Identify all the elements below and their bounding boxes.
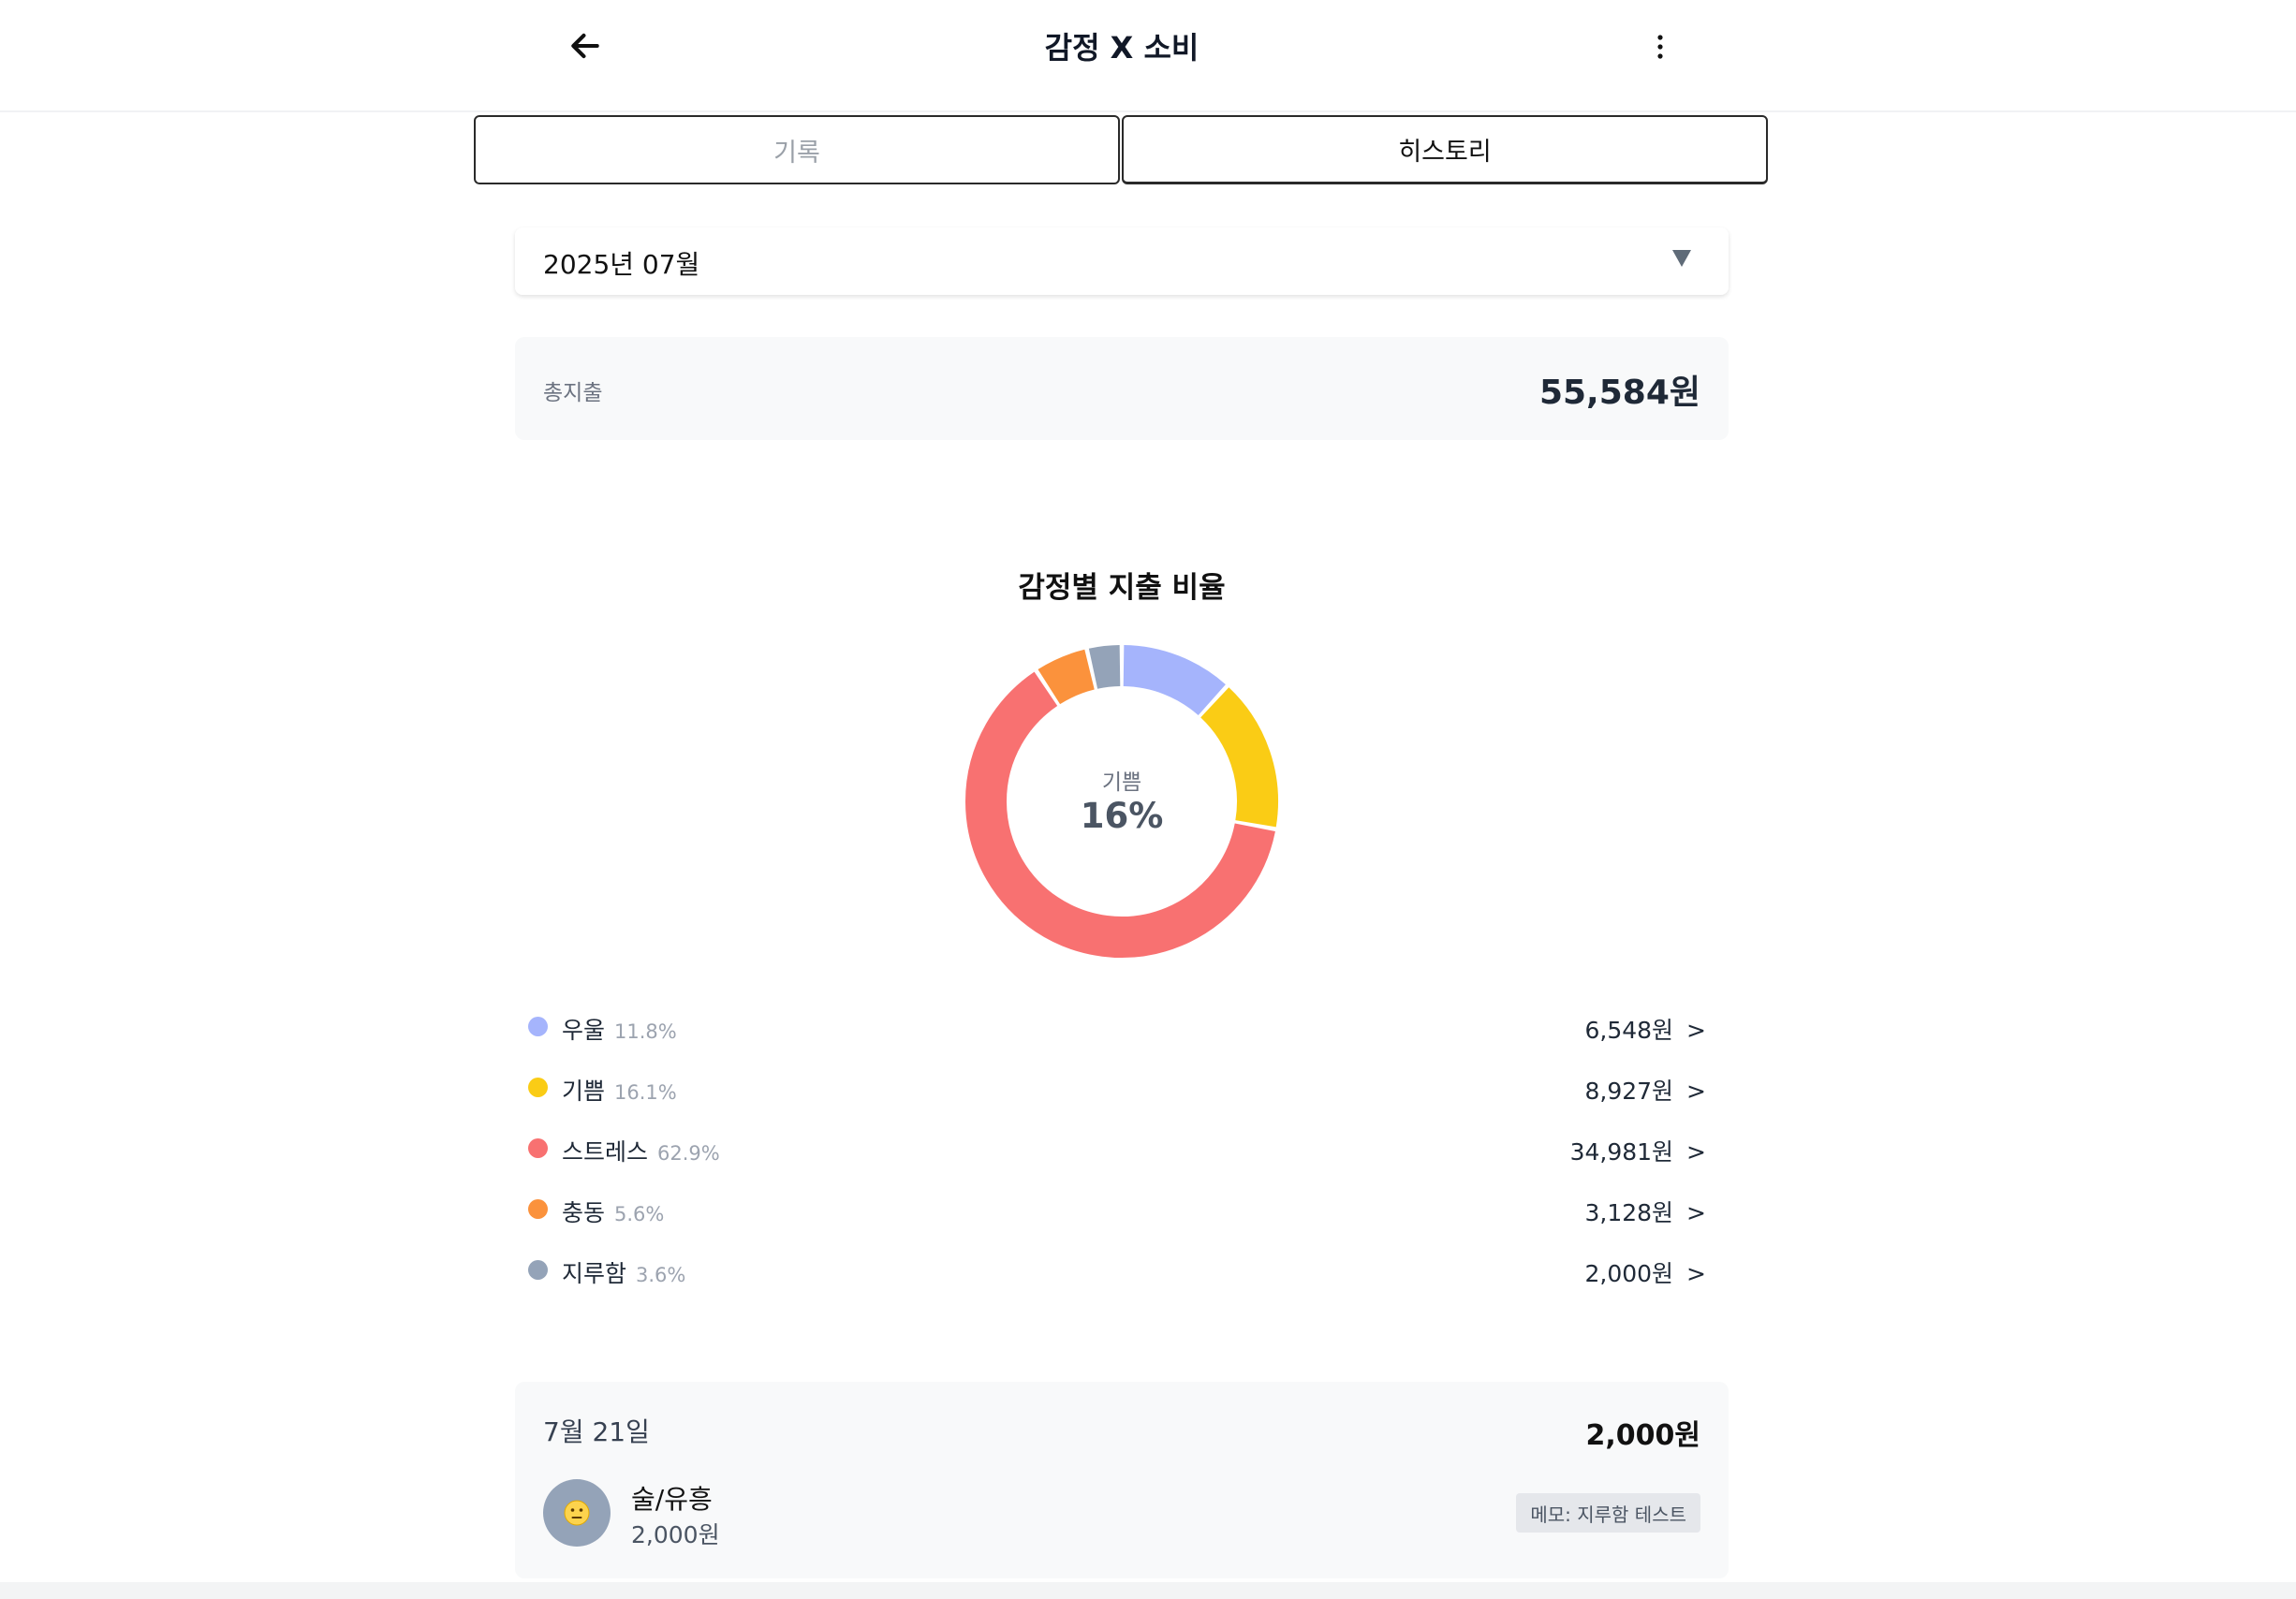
- chevron-right-icon: >: [1686, 1017, 1706, 1044]
- total-spending-label: 총지출: [543, 381, 603, 405]
- day-entry-card: 7월 21일 2,000원 술/유흥 2,000원 메모: 지루함 테스트: [515, 1382, 1729, 1578]
- month-select[interactable]: 2025년 07월: [515, 227, 1729, 295]
- legend-amount: 34,981원 >: [1570, 1134, 1706, 1167]
- legend-color-dot: [528, 1078, 548, 1097]
- legend-amount: 2,000원 >: [1584, 1255, 1706, 1289]
- legend-category-label: 충동: [562, 1199, 606, 1226]
- donut-slice-4[interactable]: [1088, 645, 1121, 689]
- legend-category-label: 스트레스: [562, 1138, 649, 1166]
- legend-amount: 8,927원 >: [1584, 1073, 1706, 1107]
- page-title: 감정 X 소비: [1044, 30, 1200, 66]
- chevron-right-icon: >: [1686, 1078, 1706, 1105]
- app-header: 감정 X 소비: [0, 0, 2296, 112]
- legend-amount-value: 34,981원: [1569, 1138, 1674, 1166]
- legend-percent: 11.8%: [614, 1020, 677, 1043]
- total-spending-card: 총지출 55,584원: [515, 337, 1729, 440]
- neutral-face-icon: [564, 1500, 590, 1526]
- more-vertical-icon: [1657, 35, 1663, 59]
- legend-item[interactable]: 기쁨 16.1% 8,927원 >: [524, 1064, 1719, 1111]
- memo-badge: 메모: 지루함 테스트: [1516, 1493, 1700, 1533]
- legend-category: 기쁨 16.1%: [562, 1073, 677, 1107]
- legend-percent: 3.6%: [636, 1264, 686, 1286]
- tab-record[interactable]: 기록: [474, 115, 1120, 184]
- entry-date: 7월 21일: [543, 1416, 650, 1447]
- legend-amount-value: 2,000원: [1584, 1260, 1674, 1287]
- legend-amount-value: 3,128원: [1584, 1199, 1674, 1226]
- bottom-edge: [0, 1582, 2296, 1599]
- emotion-avatar: [543, 1479, 611, 1547]
- item-amount: 2,000원: [631, 1521, 720, 1548]
- chevron-right-icon: >: [1686, 1138, 1706, 1166]
- legend-category: 지루함 3.6%: [562, 1255, 685, 1289]
- legend-percent: 5.6%: [614, 1203, 665, 1225]
- spending-item[interactable]: 술/유흥 2,000원 메모: 지루함 테스트: [543, 1477, 1700, 1548]
- legend-category: 스트레스 62.9%: [562, 1134, 720, 1167]
- legend-item[interactable]: 지루함 3.6% 2,000원 >: [524, 1247, 1719, 1294]
- legend-category-label: 우울: [562, 1017, 606, 1044]
- item-category: 술/유흥: [631, 1484, 713, 1515]
- legend-category-label: 기쁨: [562, 1078, 606, 1105]
- donut-slice-0[interactable]: [1123, 645, 1226, 716]
- legend-color-dot: [528, 1199, 548, 1219]
- legend-item[interactable]: 우울 11.8% 6,548원 >: [524, 1004, 1719, 1050]
- chevron-right-icon: >: [1686, 1199, 1706, 1226]
- legend-color-dot: [528, 1260, 548, 1280]
- chart-title: 감정별 지출 비율: [1018, 571, 1226, 605]
- month-select-value: 2025년 07월: [543, 249, 700, 280]
- legend-amount-value: 6,548원: [1584, 1017, 1674, 1044]
- tab-history[interactable]: 히스토리: [1122, 115, 1768, 184]
- more-menu-button[interactable]: [1646, 28, 1674, 66]
- donut-center-label: 기쁨: [1101, 770, 1142, 795]
- chevron-right-icon: >: [1686, 1260, 1706, 1287]
- entry-day-total: 2,000원: [1585, 1419, 1701, 1452]
- legend-item[interactable]: 스트레스 62.9% 34,981원 >: [524, 1125, 1719, 1172]
- donut-slice-1[interactable]: [1200, 687, 1278, 828]
- legend-amount: 3,128원 >: [1584, 1195, 1706, 1228]
- legend-percent: 62.9%: [657, 1142, 720, 1165]
- total-spending-value: 55,584원: [1538, 374, 1700, 412]
- legend-category-label: 지루함: [562, 1260, 627, 1287]
- caret-down-icon: [1672, 250, 1691, 267]
- legend-color-dot: [528, 1017, 548, 1036]
- donut-center-percent: 16%: [1080, 796, 1164, 836]
- legend-item[interactable]: 충동 5.6% 3,128원 >: [524, 1186, 1719, 1233]
- donut-slice-3[interactable]: [1038, 649, 1096, 705]
- legend-amount-value: 8,927원: [1584, 1078, 1674, 1105]
- legend-percent: 16.1%: [614, 1081, 677, 1104]
- legend-category: 우울 11.8%: [562, 1012, 677, 1046]
- legend-category: 충동 5.6%: [562, 1195, 664, 1228]
- legend-amount: 6,548원 >: [1584, 1012, 1706, 1046]
- legend-color-dot: [528, 1138, 548, 1158]
